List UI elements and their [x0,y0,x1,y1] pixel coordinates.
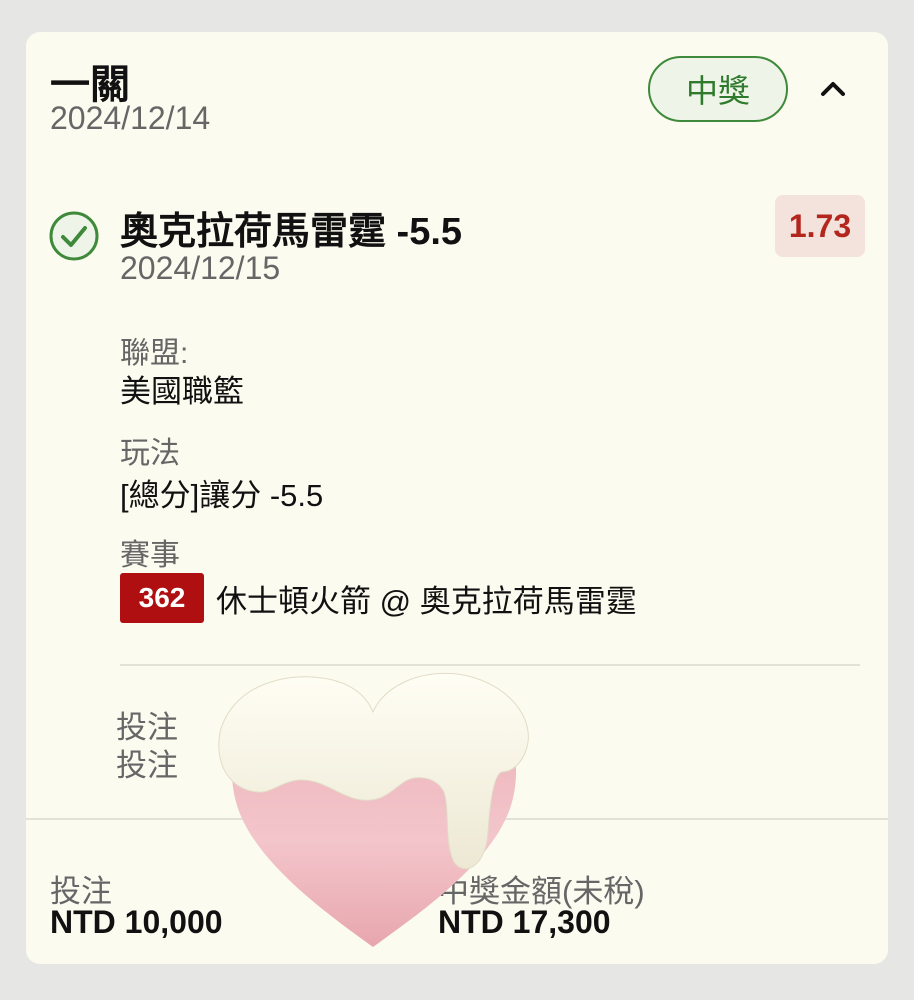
bet-meta-line-2: 投注 [116,748,178,783]
bet-date: 2024/12/14 [50,100,211,136]
event-code-badge: 362 [120,573,204,623]
chevron-up-icon[interactable] [816,72,850,106]
league-value: 美國職籃 [120,374,244,409]
event-label: 賽事 [120,539,180,572]
market-value: [總分]讓分 -5.5 [120,478,324,513]
odds-badge: 1.73 [775,195,865,257]
market-label: 玩法 [120,437,180,470]
event-row: 362 休士頓火箭 @ 奧克拉荷馬雷霆 [120,573,637,623]
heart-sticker [218,672,529,947]
selection-date: 2024/12/15 [120,250,281,286]
stake-value: NTD 10,000 [50,904,223,940]
selection-name: 奧克拉荷馬雷霆 -5.5 [120,211,463,253]
bet-card: 一關 2024/12/14 中獎 奧克拉荷馬雷霆 -5.5 2024/12/15… [26,32,888,964]
event-name: 休士頓火箭 @ 奧克拉荷馬雷霆 [216,583,637,619]
status-badge: 中獎 [648,56,788,122]
check-circle-icon [49,211,99,261]
